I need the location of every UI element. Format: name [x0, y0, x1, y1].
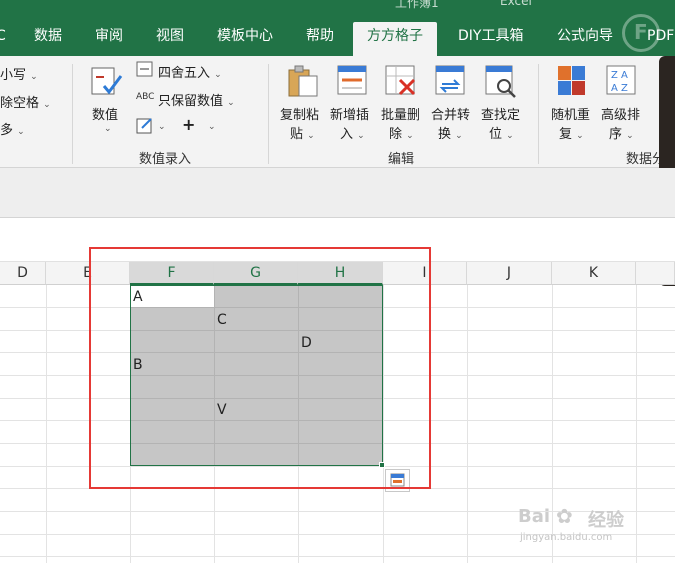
paw-icon: ✿	[556, 504, 573, 528]
round-button[interactable]: 四舍五入 ⌄	[158, 62, 222, 81]
app-name: Excel	[500, 0, 532, 8]
insert-label[interactable]: 新增插	[330, 104, 369, 123]
keep-values-button[interactable]: 只保留数值 ⌄	[158, 90, 235, 109]
copy-paste-icon[interactable]	[286, 62, 320, 98]
batch-delete-icon[interactable]	[384, 64, 418, 98]
formula-bar-area	[0, 168, 675, 218]
plus-icon[interactable]: +	[182, 115, 195, 134]
ribbon: 小写 ⌄ 除空格 ⌄ 多 ⌄ 数值 ⌄ 四舍五入 ⌄ ABC 只保留数值 ⌄ ⌄…	[0, 56, 675, 168]
advanced-sort-icon[interactable]: Z A A Z	[605, 64, 639, 98]
chevron-down-icon[interactable]: ⌄	[104, 124, 112, 134]
insert-button[interactable]: 入 ⌄	[340, 123, 365, 142]
ribbon-separator	[538, 64, 539, 164]
tab-formula-wizard[interactable]: 公式向导	[557, 22, 613, 56]
column-header-next[interactable]	[636, 262, 675, 285]
ribbon-tab-bar: 工作簿1 Excel C 数据 审阅 视图 模板中心 帮助 方方格子 DIY工具…	[0, 0, 675, 56]
tab-template-center[interactable]: 模板中心	[217, 22, 273, 56]
highlight-annotation	[89, 247, 431, 489]
group-label-edit: 编辑	[388, 152, 415, 167]
copy-paste-button[interactable]: 贴 ⌄	[290, 123, 315, 142]
column-header-k[interactable]: K	[552, 262, 636, 285]
batch-delete-label[interactable]: 批量删	[381, 104, 420, 123]
lowercase-button[interactable]: 小写 ⌄	[0, 64, 38, 83]
tab-help[interactable]: 帮助	[306, 22, 334, 56]
column-header-d[interactable]: D	[0, 262, 46, 285]
numeric-value-button[interactable]: 数值	[92, 104, 118, 123]
numeric-value-icon[interactable]	[90, 62, 124, 100]
group-label-value-entry: 数值录入	[139, 152, 192, 167]
svg-text:A Z: A Z	[611, 83, 628, 94]
copy-paste-label[interactable]: 复制粘	[280, 104, 319, 123]
batch-delete-button[interactable]: 除 ⌄	[389, 123, 414, 142]
insert-icon[interactable]	[336, 64, 370, 98]
find-locate-icon[interactable]	[484, 64, 520, 100]
random-repeat-label[interactable]: 随机重	[551, 104, 590, 123]
svg-text:Z A: Z A	[611, 70, 628, 81]
ribbon-separator	[72, 64, 73, 164]
remove-space-button[interactable]: 除空格 ⌄	[0, 92, 51, 111]
advanced-sort-button[interactable]: 序 ⌄	[609, 123, 634, 142]
more-button[interactable]: 多 ⌄	[0, 119, 25, 138]
merge-convert-label[interactable]: 合并转	[431, 104, 470, 123]
find-locate-label[interactable]: 查找定	[481, 104, 520, 123]
tab-diy-toolbox[interactable]: DIY工具箱	[458, 22, 523, 56]
find-locate-button[interactable]: 位 ⌄	[489, 123, 514, 142]
random-repeat-button[interactable]: 复 ⌄	[559, 123, 584, 142]
column-header-j[interactable]: J	[467, 262, 552, 285]
edit-pencil-icon[interactable]	[136, 116, 154, 134]
advanced-sort-label[interactable]: 高级排	[601, 104, 640, 123]
ribbon-separator	[268, 64, 269, 164]
window-title: 工作簿1	[395, 0, 439, 10]
tab-fangfanggezi[interactable]: 方方格子	[353, 22, 437, 56]
merge-convert-icon[interactable]	[434, 64, 468, 98]
brand-logo-icon: F	[622, 14, 660, 52]
random-repeat-icon[interactable]	[556, 64, 588, 98]
tab-review[interactable]: 审阅	[95, 22, 123, 56]
round-icon	[136, 61, 153, 77]
abc-icon: ABC	[136, 92, 155, 102]
tab-data[interactable]: 数据	[34, 22, 62, 56]
tab-view[interactable]: 视图	[156, 22, 184, 56]
tab-partial[interactable]: C	[0, 22, 6, 56]
chevron-down-icon[interactable]: ⌄	[208, 122, 216, 132]
chevron-down-icon[interactable]: ⌄	[158, 122, 166, 132]
merge-convert-button[interactable]: 换 ⌄	[438, 123, 463, 142]
